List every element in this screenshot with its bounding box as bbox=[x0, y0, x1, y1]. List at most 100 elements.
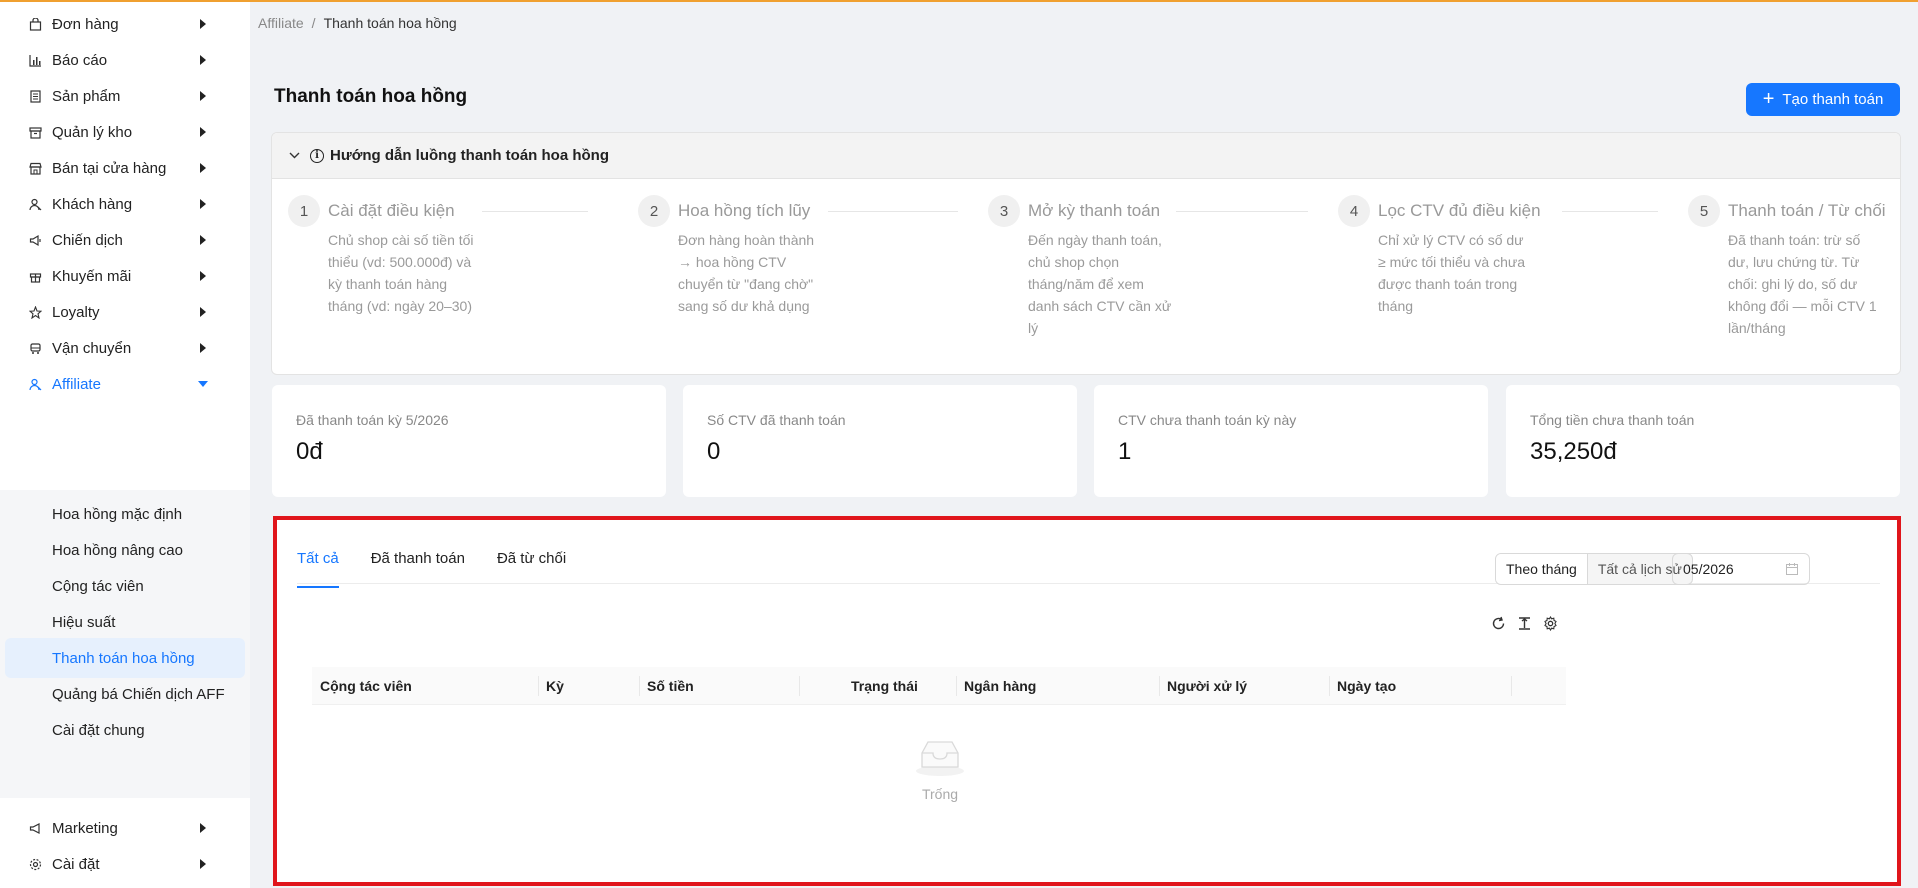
sidebar-item-label: Báo cáo bbox=[52, 51, 108, 69]
step-description: Đơn hàng hoàn thành → hoa hồng CTV chuyể… bbox=[678, 232, 815, 314]
sidebar-item-label: Khuyến mãi bbox=[52, 267, 132, 285]
gift-icon bbox=[28, 269, 42, 283]
submenu-item-aff-campaign-promo[interactable]: Quảng bá Chiến dịch AFF bbox=[5, 674, 245, 714]
column-height-icon[interactable] bbox=[1515, 614, 1533, 632]
column-header-amount[interactable]: Số tiền bbox=[647, 667, 694, 705]
caret-right-icon bbox=[200, 127, 206, 137]
refresh-icon[interactable] bbox=[1489, 614, 1507, 632]
caret-right-icon bbox=[200, 19, 206, 29]
status-tabs: Tất cả Đã thanh toán Đã từ chối bbox=[297, 550, 566, 588]
step-title: Cài đặt điều kiện bbox=[328, 201, 455, 220]
step-number: 1 bbox=[288, 195, 320, 227]
sidebar-item-label: Marketing bbox=[52, 819, 118, 837]
step-title: Thanh toán / Từ chối bbox=[1728, 201, 1886, 220]
column-header-collaborator[interactable]: Cộng tác viên bbox=[320, 667, 412, 705]
product-list-icon bbox=[28, 89, 42, 103]
step-connector bbox=[828, 211, 958, 212]
column-divider bbox=[1159, 676, 1160, 696]
caret-right-icon bbox=[200, 343, 206, 353]
stat-card: Tổng tiền chưa thanh toán 35,250đ bbox=[1506, 385, 1900, 497]
step-number: 4 bbox=[1338, 195, 1370, 227]
guide-title: Hướng dẫn luồng thanh toán hoa hồng bbox=[330, 147, 609, 164]
submenu-item-general-settings[interactable]: Cài đặt chung bbox=[5, 710, 245, 750]
stat-card: Số CTV đã thanh toán 0 bbox=[683, 385, 1077, 497]
sidebar-item-label: Cài đặt bbox=[52, 855, 100, 873]
step-description: Đến ngày thanh toán, chủ shop chọn tháng… bbox=[1028, 232, 1172, 336]
sidebar-item-label: Vận chuyển bbox=[52, 339, 132, 357]
bar-chart-icon bbox=[28, 53, 42, 67]
column-divider bbox=[956, 676, 957, 696]
affiliate-submenu: Hoa hồng mặc định Hoa hồng nâng cao Cộng… bbox=[0, 490, 250, 798]
sidebar-item-label: Bán tại cửa hàng bbox=[52, 159, 167, 177]
tab-paid[interactable]: Đã thanh toán bbox=[371, 550, 465, 582]
affiliate-icon bbox=[28, 377, 42, 391]
stat-value: 1 bbox=[1118, 438, 1132, 465]
warehouse-icon bbox=[28, 125, 42, 139]
sidebar: Đơn hàng Báo cáo Sản phẩm Quản lý kho Bá… bbox=[0, 2, 250, 888]
stat-label: Tổng tiền chưa thanh toán bbox=[1530, 412, 1695, 428]
step-title: Lọc CTV đủ điều kiện bbox=[1378, 201, 1541, 220]
month-picker-value: 05/2026 bbox=[1683, 561, 1734, 577]
step-description: Đã thanh toán: trừ số dư, lưu chứng từ. … bbox=[1728, 232, 1877, 336]
sidebar-item-label: Affiliate bbox=[52, 375, 101, 393]
gear-icon bbox=[28, 857, 42, 871]
sidebar-item-affiliate[interactable]: Affiliate bbox=[0, 362, 250, 406]
caret-down-icon bbox=[198, 381, 208, 387]
sidebar-item-label: Sản phẩm bbox=[52, 87, 121, 105]
mode-by-month[interactable]: Theo tháng bbox=[1496, 554, 1588, 584]
breadcrumb-current: Thanh toán hoa hồng bbox=[323, 15, 457, 31]
breadcrumb: Affiliate / Thanh toán hoa hồng bbox=[258, 15, 457, 31]
star-icon bbox=[28, 305, 42, 319]
column-header-period[interactable]: Kỳ bbox=[546, 667, 564, 705]
tab-all[interactable]: Tất cả bbox=[297, 550, 339, 588]
stat-label: Đã thanh toán kỳ 5/2026 bbox=[296, 412, 449, 428]
submenu-item-commission-payment[interactable]: Thanh toán hoa hồng bbox=[5, 638, 245, 678]
sidebar-item-settings[interactable]: Cài đặt bbox=[0, 842, 250, 886]
caret-right-icon bbox=[200, 55, 206, 65]
column-divider bbox=[538, 676, 539, 696]
column-header-processor[interactable]: Người xử lý bbox=[1167, 667, 1247, 705]
sidebar-item-label: Khách hàng bbox=[52, 195, 133, 213]
caret-right-icon bbox=[200, 199, 206, 209]
step-title: Hoa hồng tích lũy bbox=[678, 201, 811, 220]
stat-label: CTV chưa thanh toán kỳ này bbox=[1118, 412, 1297, 428]
tab-rejected[interactable]: Đã từ chối bbox=[497, 550, 566, 582]
step-description: Chủ shop cài số tiền tối thiểu (vd: 500.… bbox=[328, 232, 474, 314]
column-divider bbox=[639, 676, 640, 696]
empty-state: Trống bbox=[907, 737, 973, 802]
step-connector bbox=[1176, 211, 1308, 212]
create-payment-label: Tạo thanh toán bbox=[1782, 91, 1884, 108]
column-header-bank[interactable]: Ngân hàng bbox=[964, 667, 1036, 705]
empty-inbox-icon bbox=[907, 737, 973, 780]
submenu-item-advanced-commission[interactable]: Hoa hồng nâng cao bbox=[5, 530, 245, 570]
step-connector bbox=[1562, 211, 1658, 212]
caret-right-icon bbox=[200, 91, 206, 101]
column-header-created-date[interactable]: Ngày tạo bbox=[1337, 667, 1396, 705]
guide-collapse-header[interactable]: i Hướng dẫn luồng thanh toán hoa hồng bbox=[272, 133, 1900, 179]
step-number: 2 bbox=[638, 195, 670, 227]
step-number: 5 bbox=[1688, 195, 1720, 227]
step-description: Chỉ xử lý CTV có số dư ≥ mức tối thiểu v… bbox=[1378, 232, 1526, 314]
sidebar-item-label: Loyalty bbox=[52, 303, 100, 321]
stat-card: CTV chưa thanh toán kỳ này 1 bbox=[1094, 385, 1488, 497]
page-title: Thanh toán hoa hồng bbox=[274, 86, 468, 107]
caret-right-icon bbox=[200, 235, 206, 245]
sidebar-item-label: Chiến dịch bbox=[52, 231, 123, 249]
submenu-item-collaborators[interactable]: Cộng tác viên bbox=[5, 566, 245, 606]
info-icon: i bbox=[310, 148, 324, 163]
settings-gear-icon[interactable] bbox=[1541, 614, 1559, 632]
marketing-icon bbox=[28, 821, 42, 835]
breadcrumb-link-affiliate[interactable]: Affiliate bbox=[258, 15, 304, 31]
payment-flow-guide: i Hướng dẫn luồng thanh toán hoa hồng 1 … bbox=[271, 132, 1901, 375]
plus-icon: + bbox=[1762, 87, 1775, 110]
step-connector bbox=[482, 211, 588, 212]
step-number: 3 bbox=[988, 195, 1020, 227]
submenu-item-performance[interactable]: Hiệu suất bbox=[5, 602, 245, 642]
column-header-status[interactable]: Trạng thái bbox=[851, 667, 918, 705]
month-picker[interactable]: 05/2026 bbox=[1672, 553, 1810, 585]
truck-icon bbox=[28, 341, 42, 355]
submenu-item-default-commission[interactable]: Hoa hồng mặc định bbox=[5, 494, 245, 534]
bag-icon bbox=[28, 17, 42, 31]
sidebar-item-label: Quản lý kho bbox=[52, 123, 133, 141]
create-payment-button[interactable]: + Tạo thanh toán bbox=[1746, 83, 1900, 116]
